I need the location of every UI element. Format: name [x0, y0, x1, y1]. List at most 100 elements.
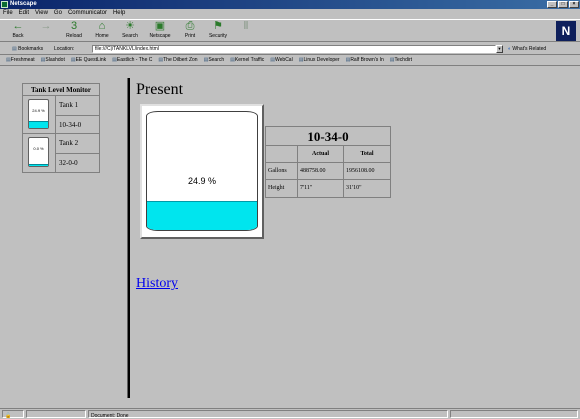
- netscape-icon: ▣: [154, 20, 166, 32]
- tank-gauge-panel: 24.9 %: [140, 104, 264, 239]
- security-label: Security: [208, 33, 228, 39]
- netscape-app-icon: [1, 1, 8, 8]
- bookmark-webcal[interactable]: WebCal: [270, 55, 293, 65]
- bookmark-techdirt[interactable]: Techdirt: [390, 55, 413, 65]
- menu-go[interactable]: Go: [54, 9, 62, 18]
- tank-1-code: 10-34-0: [59, 121, 82, 129]
- window-controls: _ □ ×: [547, 1, 579, 8]
- tank-1-mini-icon[interactable]: 24.9 %: [28, 99, 49, 129]
- tank-gauge-fill: [147, 200, 257, 230]
- reload-label: Reload: [66, 33, 82, 39]
- location-label: Location:: [54, 46, 75, 52]
- tank-2-code: 32-0-0: [59, 159, 78, 167]
- tank-gauge-label: 24.9 %: [187, 176, 217, 186]
- minimize-button[interactable]: _: [547, 1, 557, 8]
- bookmark-eastlich[interactable]: Eastlich - The C: [112, 55, 152, 65]
- tank-2-mini-label: 0.0 %: [33, 146, 44, 151]
- forward-arrow-icon: →: [40, 20, 52, 32]
- security-button[interactable]: ⚑ Security: [204, 21, 232, 41]
- menu-edit[interactable]: Edit: [19, 9, 29, 18]
- search-label: Search: [122, 33, 138, 39]
- menu-communicator[interactable]: Communicator: [68, 9, 107, 18]
- home-icon: ⌂: [98, 20, 106, 32]
- history-link[interactable]: History: [136, 276, 178, 292]
- back-button[interactable]: ← Back: [4, 21, 32, 41]
- bookmark-search[interactable]: Search: [204, 55, 224, 65]
- bookmarks-label: Bookmarks: [18, 46, 44, 52]
- netscape-button[interactable]: ▣ Netscape: [146, 21, 174, 41]
- personal-toolbar: Freshmeat Slashdot EE QuestLink Eastlich…: [0, 55, 580, 66]
- component-bar: [450, 410, 578, 418]
- bookmark-dilbert[interactable]: The Dilbert Zon: [158, 55, 197, 65]
- table-row: Height 7'11" 31'10": [266, 180, 390, 197]
- bookmark-slashdot[interactable]: Slashdot: [41, 55, 64, 65]
- present-heading: Present: [136, 81, 184, 98]
- tank-1-icon-cell: 24.9 %: [23, 96, 56, 133]
- menu-help[interactable]: Help: [113, 9, 125, 18]
- tank-2-info: Tank 2 32-0-0: [56, 134, 99, 172]
- tank-row: 0.0 % Tank 2 32-0-0: [23, 134, 99, 172]
- progress-pane: [26, 410, 86, 418]
- print-button[interactable]: ⎙ Print: [176, 21, 204, 41]
- search-icon: ☀: [125, 20, 135, 32]
- tank-2-mini-icon[interactable]: 0.0 %: [28, 137, 49, 167]
- tank-gauge: 24.9 %: [146, 111, 258, 231]
- stop-icon: Ⅱ: [243, 20, 249, 32]
- stop-button[interactable]: Ⅱ: [232, 21, 260, 41]
- print-label: Print: [184, 33, 196, 39]
- back-arrow-icon: ←: [12, 20, 24, 32]
- tank-1-info: Tank 1 10-34-0: [56, 96, 99, 133]
- menu-file[interactable]: File: [3, 9, 13, 18]
- table-cell: 1956108.00: [346, 168, 375, 174]
- home-label: Home: [95, 33, 109, 39]
- reload-button[interactable]: 3 Reload: [60, 21, 88, 41]
- table-cell: 7'11": [298, 180, 344, 197]
- navigation-toolbar: ← Back → 3 Reload ⌂ Home ☀ Search ▣ Nets…: [0, 19, 580, 42]
- title-bar: Netscape _ □ ×: [0, 0, 580, 9]
- tank-detail-title: 10-34-0: [266, 127, 390, 146]
- menu-view[interactable]: View: [35, 9, 48, 18]
- whats-related-button[interactable]: ◐ What's Related: [508, 45, 546, 53]
- whats-related-label: What's Related: [512, 46, 547, 52]
- status-text: Document: Done: [88, 410, 448, 419]
- table-cell: Gallons: [266, 163, 298, 179]
- bookmark-ee-questlink[interactable]: EE QuestLink: [71, 55, 107, 65]
- netscape-logo[interactable]: N: [556, 21, 576, 41]
- table-header-row: Actual Total: [266, 146, 390, 163]
- bookmark-freshmeat[interactable]: Freshmeat: [6, 55, 35, 65]
- tank-1-name: Tank 1: [56, 96, 99, 116]
- tank-1-mini-fill: [29, 121, 48, 128]
- menu-bar: File Edit View Go Communicator Help: [0, 9, 580, 18]
- right-frame: Present 24.9 % 10-34-0 Actual Total Gall…: [130, 78, 565, 398]
- table-header-cell: Actual: [298, 146, 344, 162]
- content-frames: Tank Level Monitor 24.9 % Tank 1 10-34-0: [19, 78, 565, 398]
- bookmark-linux-developer[interactable]: Linux Developer: [299, 55, 339, 65]
- tank-list-table: Tank Level Monitor 24.9 % Tank 1 10-34-0: [22, 83, 100, 173]
- search-button[interactable]: ☀ Search: [116, 21, 144, 41]
- security-status-icon[interactable]: 🔓: [2, 410, 24, 419]
- print-icon: ⎙: [185, 20, 195, 32]
- status-bar: 🔓 Document: Done: [0, 408, 580, 419]
- bookmark-kernel-traffic[interactable]: Kernel Traffic: [230, 55, 264, 65]
- location-bar: ▤ Bookmarks Location: file:///C|/TANKLVL…: [0, 43, 580, 55]
- tank-list-title: Tank Level Monitor: [23, 84, 99, 96]
- table-header-cell: [266, 146, 298, 162]
- table-cell: Height: [266, 180, 298, 197]
- maximize-button[interactable]: □: [558, 1, 568, 8]
- table-header-cell: Total: [360, 151, 374, 157]
- bookmarks-button[interactable]: ▤ Bookmarks: [12, 45, 43, 53]
- back-label: Back: [12, 33, 24, 39]
- forward-button[interactable]: →: [32, 21, 60, 41]
- tank-2-mini-fill: [29, 164, 48, 166]
- close-button[interactable]: ×: [569, 1, 579, 8]
- url-dropdown-button[interactable]: ▼: [496, 45, 503, 53]
- bookmark-ralf-brown[interactable]: Ralf Brown's In: [346, 55, 383, 65]
- table-cell: 31'10": [346, 185, 362, 191]
- home-button[interactable]: ⌂ Home: [88, 21, 116, 41]
- netscape-label: Netscape: [149, 33, 171, 39]
- security-icon: ⚑: [213, 20, 223, 32]
- tank-row: 24.9 % Tank 1 10-34-0: [23, 96, 99, 134]
- tank-detail-table: 10-34-0 Actual Total Gallons 488758.00 1…: [265, 126, 391, 198]
- url-input[interactable]: file:///C|/TANKLVL/index.html: [92, 45, 496, 53]
- reload-icon: 3: [70, 20, 78, 32]
